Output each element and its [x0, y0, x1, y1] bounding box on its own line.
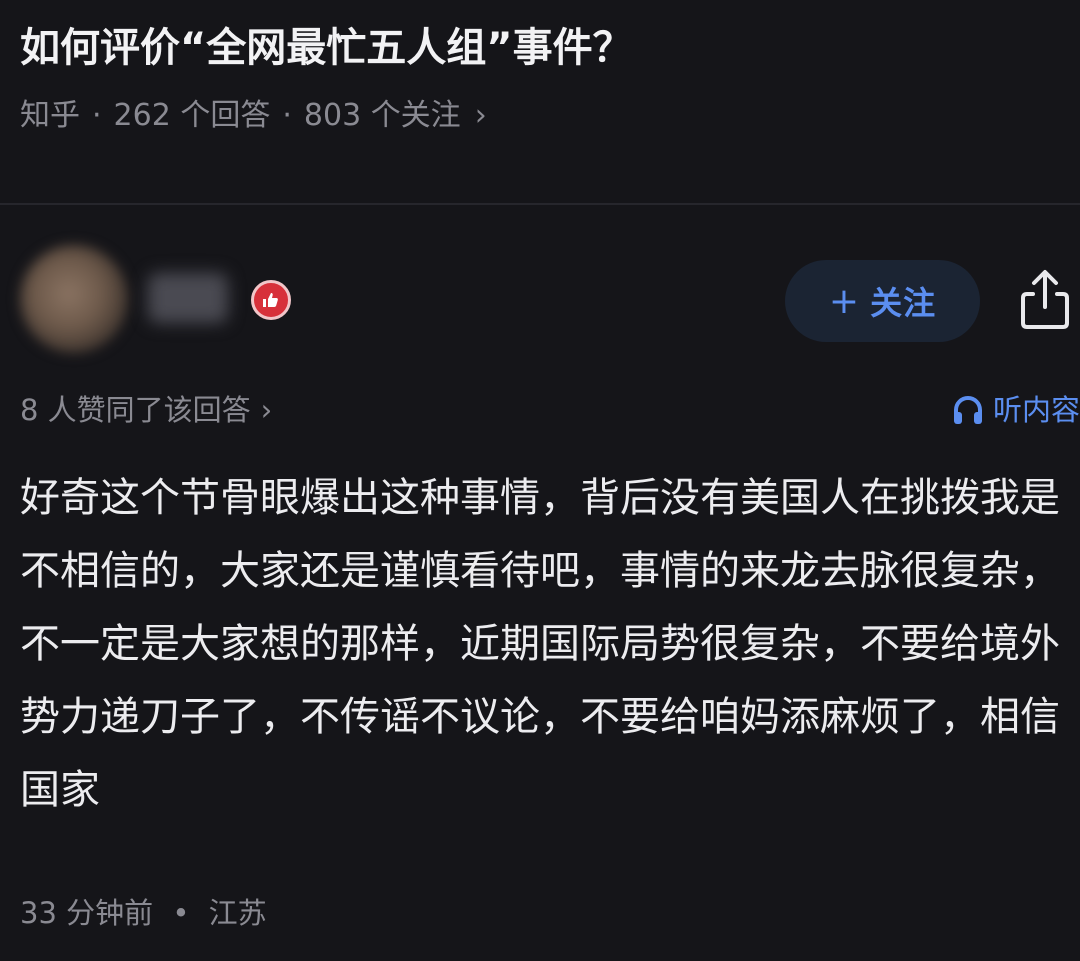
question-source: 知乎	[20, 98, 80, 133]
footer-separator: •	[172, 896, 190, 930]
question-header: 如何评价“全网最忙五人组”事件？ 知乎 · 262 个回答 · 803 个关注 …	[20, 18, 1060, 136]
question-meta[interactable]: 知乎 · 262 个回答 · 803 个关注 ›	[20, 96, 1060, 136]
meta-separator: ·	[282, 98, 292, 133]
listen-button[interactable]: 听内容	[951, 388, 1080, 432]
thumb-up-icon	[251, 280, 291, 320]
likes-summary[interactable]: 8 人赞同了该回答 ›	[20, 388, 272, 432]
question-title[interactable]: 如何评价“全网最忙五人组”事件？	[20, 18, 1060, 78]
answer-footer: 33 分钟前 • 江苏	[20, 893, 267, 933]
divider	[0, 203, 1080, 205]
follow-label: 关注	[870, 284, 937, 322]
chevron-right-icon: ›	[260, 393, 273, 427]
thumb-up-icon-glyph	[263, 293, 278, 307]
listen-label: 听内容	[992, 393, 1080, 427]
plus-icon: +	[828, 280, 861, 322]
headphones-icon	[953, 396, 982, 424]
answer-time: 33 分钟前	[20, 896, 154, 930]
likes-text: 8 人赞同了该回答	[20, 393, 251, 427]
follow-button[interactable]: + 关注	[785, 260, 980, 342]
chevron-right-icon: ›	[474, 98, 487, 133]
share-icon[interactable]	[1015, 267, 1075, 333]
avatar[interactable]	[20, 245, 128, 353]
author-name-blurred[interactable]	[148, 273, 228, 323]
answer-content[interactable]: 好奇这个节骨眼爆出这种事情，背后没有美国人在挑拨我是不相信的，大家还是谨慎看待吧…	[20, 462, 1065, 827]
author-row: + 关注	[20, 245, 1070, 355]
followers-count: 803 个关注	[303, 98, 461, 133]
answers-count: 262 个回答	[113, 98, 271, 133]
answer-location: 江苏	[208, 896, 267, 930]
meta-separator: ·	[92, 98, 102, 133]
answer-meta-row: 8 人赞同了该回答 › 听内容	[20, 388, 1080, 432]
